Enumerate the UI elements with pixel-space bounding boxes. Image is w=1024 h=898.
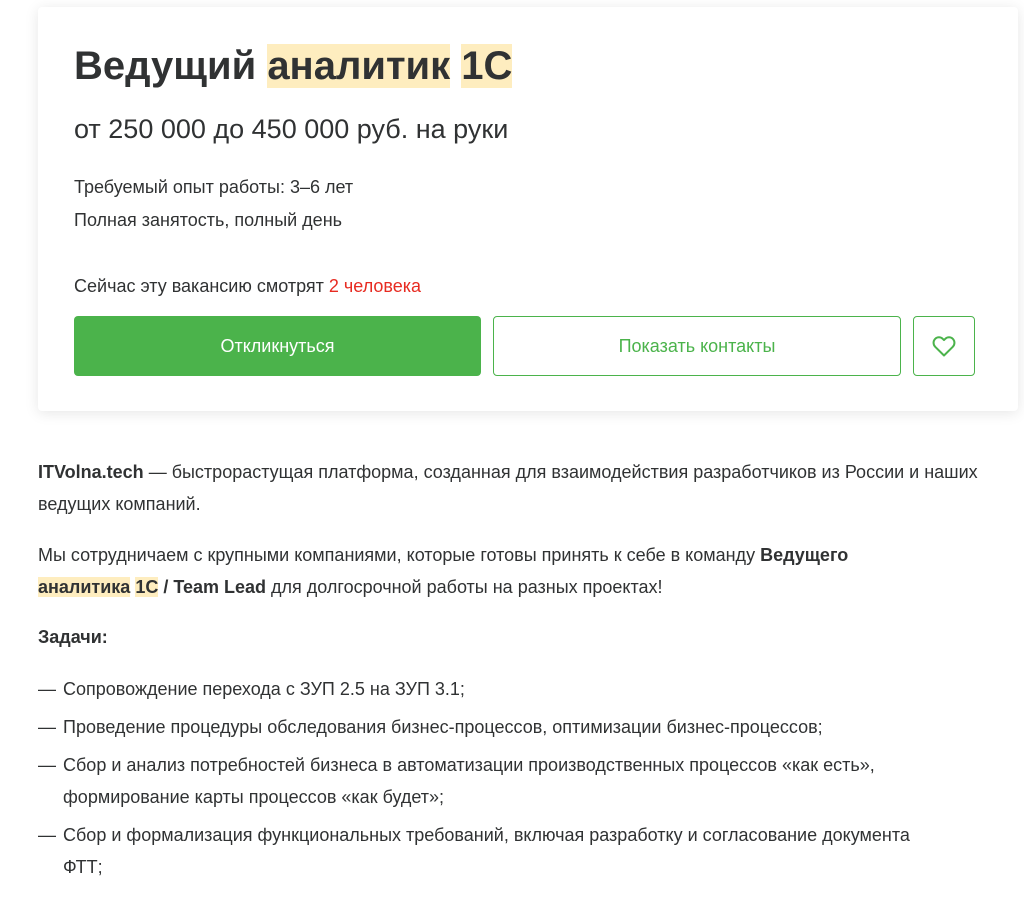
vacancy-card: Ведущий аналитик 1С от 250 000 до 450 00… (38, 7, 1018, 411)
respond-button[interactable]: Откликнуться (74, 316, 481, 376)
role-bold-4: / Team Lead (163, 577, 267, 597)
company-intro-text: — быстрорастущая платформа, созданная дл… (38, 462, 978, 514)
tasks-list: — Сопровождение перехода с ЗУП 2.5 на ЗУП… (38, 673, 1024, 883)
task-text: Сопровождение перехода с ЗУП 2.5 на ЗУП … (63, 679, 465, 699)
list-item: — Сопровождение перехода с ЗУП 2.5 на ЗУП… (38, 673, 1024, 705)
employment-type: Полная занятость, полный день (74, 210, 343, 230)
tasks-heading: Задачи: (38, 627, 108, 647)
task-text: Сбор и формализация функциональных требо… (63, 825, 910, 877)
heart-icon (932, 336, 956, 357)
list-dash: — (38, 679, 56, 699)
vacancy-description: ITVolna.tech — быстрорастущая платформа,… (38, 456, 1024, 889)
role-bold-1: Ведущего (760, 545, 849, 565)
salary: от 250 000 до 450 000 руб. на руки (74, 114, 509, 144)
list-item: — Сбор и формализация функциональных треб… (38, 819, 1024, 883)
title-word-3: 1С (461, 44, 513, 88)
show-contacts-button[interactable]: Показать контакты (493, 316, 901, 376)
list-dash: — (38, 825, 56, 845)
list-dash: — (38, 717, 56, 737)
list-dash: — (38, 755, 56, 775)
cooperation-paragraph: Мы сотрудничаем с крупными компаниями, к… (38, 539, 1024, 603)
task-text: Сбор и анализ потребностей бизнеса в авт… (63, 755, 875, 807)
company-intro: ITVolna.tech — быстрорастущая платформа,… (38, 456, 1024, 520)
role-bold-3: 1С (135, 577, 159, 597)
vacancy-title: Ведущий аналитик 1С (74, 37, 513, 95)
title-word-2: аналитик (267, 44, 451, 88)
company-name: ITVolna.tech (38, 462, 144, 482)
task-text: Проведение процедуры обследования бизнес… (63, 717, 823, 737)
viewers-text: Сейчас эту вакансию смотрят (74, 276, 324, 296)
title-word-1: Ведущий (74, 44, 257, 88)
cooperation-text-end: для долгосрочной работы на разных проект… (266, 577, 663, 597)
list-item: — Проведение процедуры обследования бизне… (38, 711, 1024, 743)
list-item: — Сбор и анализ потребностей бизнеса в ав… (38, 749, 1024, 813)
favorite-button[interactable] (913, 316, 975, 376)
viewers-count: 2 человека (328, 276, 422, 296)
viewers-info: Сейчас эту вакансию смотрят 2 человека (74, 273, 421, 299)
role-bold-2: аналитика (38, 577, 131, 597)
cooperation-text: Мы сотрудничаем с крупными компаниями, к… (38, 545, 761, 565)
experience-required: Требуемый опыт работы: 3–6 лет (74, 177, 354, 197)
